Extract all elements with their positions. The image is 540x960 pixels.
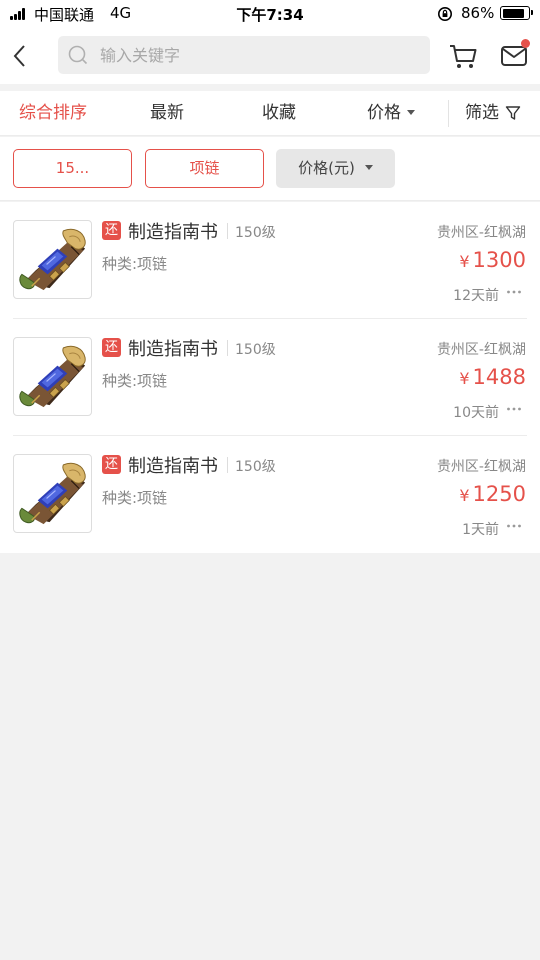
currency-symbol: ¥ bbox=[459, 486, 470, 505]
chip-label: 价格(元) bbox=[298, 159, 355, 177]
item-price: ¥1250 bbox=[459, 482, 526, 506]
item-time: 12天前 bbox=[453, 288, 499, 304]
price-value: 1250 bbox=[472, 482, 526, 506]
chip-level-filter[interactable]: 15... bbox=[13, 149, 132, 188]
item-level: 150级 bbox=[235, 225, 276, 241]
item-thumbnail bbox=[13, 454, 92, 533]
more-icon[interactable] bbox=[506, 401, 522, 417]
sort-favorites[interactable]: 收藏 bbox=[262, 91, 296, 136]
item-title: 制造指南书 bbox=[128, 222, 218, 243]
status-badge: 还 bbox=[102, 221, 121, 240]
list-item[interactable]: 还 制造指南书 150级 种类:项链 贵州区-红枫湖 ¥1300 12天前 bbox=[0, 202, 540, 319]
list-item[interactable]: 还 制造指南书 150级 种类:项链 贵州区-红枫湖 ¥1488 10天前 bbox=[0, 319, 540, 436]
currency-symbol: ¥ bbox=[459, 369, 470, 388]
notification-dot bbox=[521, 39, 530, 48]
header bbox=[0, 28, 540, 84]
search-box[interactable] bbox=[58, 36, 430, 74]
status-bar: 中国联通 4G 下午7:34 86% bbox=[0, 0, 540, 28]
chevron-left-icon[interactable] bbox=[6, 38, 34, 74]
item-server: 贵州区-红枫湖 bbox=[436, 459, 526, 475]
item-level: 150级 bbox=[235, 459, 276, 475]
search-icon bbox=[68, 45, 88, 65]
item-category: 种类:项链 bbox=[102, 372, 168, 390]
price-value: 1488 bbox=[472, 365, 526, 389]
item-server: 贵州区-红枫湖 bbox=[436, 342, 526, 358]
scroll-icon bbox=[19, 462, 86, 525]
sort-newest[interactable]: 最新 bbox=[150, 91, 184, 136]
item-price: ¥1488 bbox=[459, 365, 526, 389]
filter-button[interactable]: 筛选 bbox=[465, 91, 499, 136]
item-thumbnail bbox=[13, 220, 92, 299]
filter-chips: 15... 项链 价格(元) bbox=[0, 137, 540, 201]
item-level: 150级 bbox=[235, 342, 276, 358]
item-category: 种类:项链 bbox=[102, 489, 168, 507]
chip-label: 项链 bbox=[189, 159, 220, 177]
item-thumbnail bbox=[13, 337, 92, 416]
rotation-lock-icon bbox=[438, 7, 452, 21]
sort-price-label: 价格 bbox=[367, 103, 401, 123]
more-icon[interactable] bbox=[506, 284, 522, 300]
chip-category-filter[interactable]: 项链 bbox=[145, 149, 264, 188]
sort-price[interactable]: 价格 bbox=[367, 91, 415, 136]
sort-comprehensive[interactable]: 综合排序 bbox=[19, 91, 87, 136]
item-time: 10天前 bbox=[453, 405, 499, 421]
battery-icon bbox=[500, 6, 533, 20]
price-value: 1300 bbox=[472, 248, 526, 272]
item-price: ¥1300 bbox=[459, 248, 526, 272]
list-item[interactable]: 还 制造指南书 150级 种类:项链 贵州区-红枫湖 ¥1250 1天前 bbox=[0, 436, 540, 553]
currency-symbol: ¥ bbox=[459, 252, 470, 271]
title-separator bbox=[227, 223, 228, 239]
filter-label: 筛选 bbox=[465, 103, 499, 123]
chip-label: 15... bbox=[55, 159, 90, 177]
status-badge: 还 bbox=[102, 455, 121, 474]
item-category: 种类:项链 bbox=[102, 255, 168, 273]
item-server: 贵州区-红枫湖 bbox=[436, 225, 526, 241]
search-input[interactable] bbox=[100, 36, 420, 74]
item-title: 制造指南书 bbox=[128, 339, 218, 360]
header-gap bbox=[0, 84, 540, 91]
sort-comprehensive-label: 综合排序 bbox=[19, 103, 87, 123]
scroll-icon bbox=[19, 345, 86, 408]
item-title: 制造指南书 bbox=[128, 456, 218, 477]
chip-price-filter[interactable]: 价格(元) bbox=[276, 149, 395, 188]
battery-percent: 86% bbox=[461, 4, 495, 22]
title-separator bbox=[227, 457, 228, 473]
sort-bar: 综合排序 最新 收藏 价格 筛选 bbox=[0, 91, 540, 136]
title-separator bbox=[227, 340, 228, 356]
scroll-icon bbox=[19, 228, 86, 291]
item-time: 1天前 bbox=[462, 522, 499, 538]
item-list: 还 制造指南书 150级 种类:项链 贵州区-红枫湖 ¥1300 12天前 还 … bbox=[0, 202, 540, 553]
filter-icon bbox=[505, 106, 521, 120]
sort-divider bbox=[448, 100, 449, 127]
cart-icon[interactable] bbox=[448, 41, 478, 71]
caret-down-icon bbox=[407, 109, 415, 115]
caret-down-icon bbox=[364, 165, 373, 170]
sort-newest-label: 最新 bbox=[150, 103, 184, 123]
sort-favorites-label: 收藏 bbox=[262, 103, 296, 123]
status-time: 下午7:34 bbox=[236, 6, 304, 24]
status-badge: 还 bbox=[102, 338, 121, 357]
more-icon[interactable] bbox=[506, 518, 522, 534]
